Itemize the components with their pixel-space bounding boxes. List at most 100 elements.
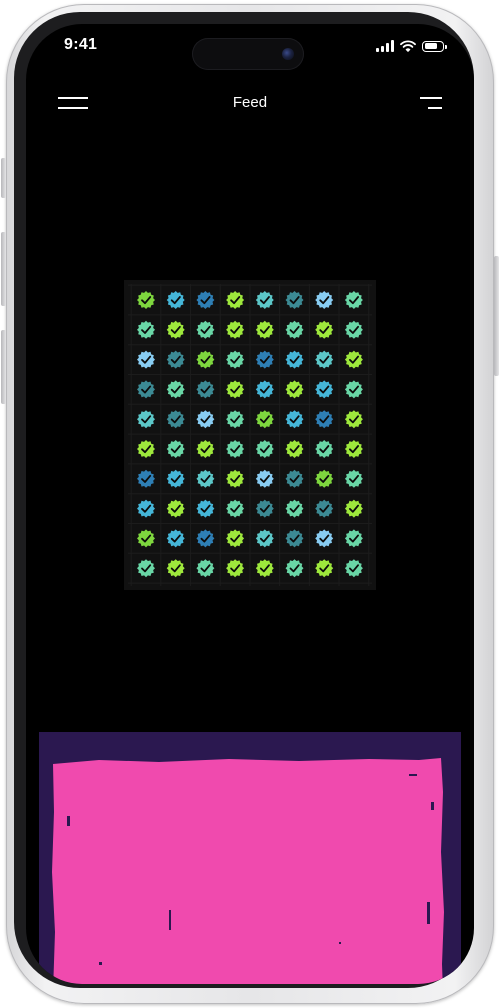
- check-badge-icon: [166, 499, 185, 518]
- paint-speck: [427, 902, 430, 924]
- check-badge-icon: [344, 380, 363, 399]
- check-badge-icon: [226, 380, 245, 399]
- check-badge-icon: [285, 499, 304, 518]
- check-badge-icon: [166, 291, 185, 309]
- paint-speck: [169, 910, 171, 930]
- check-badge-icon: [196, 499, 215, 518]
- battery-fill: [424, 43, 438, 49]
- check-badge-icon: [315, 291, 334, 309]
- check-badge-icon: [166, 440, 185, 458]
- check-badge-icon: [315, 529, 334, 548]
- check-badge-icon: [285, 350, 304, 369]
- check-badge-icon: [196, 320, 215, 339]
- check-badge-icon: [226, 291, 245, 309]
- check-badge-icon: [226, 469, 245, 488]
- paint-speck: [99, 962, 102, 965]
- check-badge-icon: [137, 380, 155, 399]
- check-badge-icon: [166, 320, 185, 339]
- check-badge-icon: [285, 380, 304, 399]
- camera-icon: [282, 48, 294, 60]
- dynamic-island: [192, 38, 304, 70]
- check-badge-icon: [315, 410, 334, 429]
- battery-icon: [422, 40, 447, 52]
- check-badge-icon: [255, 320, 274, 339]
- check-badge-icon: [226, 350, 245, 369]
- check-badge-icon: [255, 380, 274, 399]
- check-badge-icon: [255, 410, 274, 429]
- check-badge-icon: [344, 291, 363, 309]
- check-badge-icon: [137, 499, 155, 518]
- check-badge-icon: [255, 469, 274, 488]
- check-badge-icon: [285, 320, 304, 339]
- check-badge-icon: [285, 469, 304, 488]
- paint-speck: [431, 802, 434, 810]
- check-badge-icon: [226, 410, 245, 429]
- check-badge-icon: [255, 559, 274, 578]
- check-badge-icon: [255, 440, 274, 458]
- check-badge-icon: [344, 499, 363, 518]
- check-badge-icon: [166, 469, 185, 488]
- check-badge-icon: [285, 440, 304, 458]
- check-badge-icon: [255, 291, 274, 309]
- check-badge-icon: [196, 559, 215, 578]
- volume-up-button: [1, 232, 6, 306]
- check-badge-icon: [315, 320, 334, 339]
- check-badge-icon: [166, 380, 185, 399]
- check-badge-icon: [315, 350, 334, 369]
- check-badge-icon: [166, 529, 185, 548]
- nav-header: Feed: [26, 84, 474, 124]
- status-bar: 9:41: [26, 24, 474, 72]
- check-badge-icon: [344, 559, 363, 578]
- check-badge-icon: [137, 529, 155, 548]
- check-badge-icon: [226, 499, 245, 518]
- check-badge-icon: [226, 320, 245, 339]
- pink-painting-canvas: [52, 758, 444, 984]
- action-button: [1, 158, 6, 198]
- check-badge-icon: [344, 469, 363, 488]
- check-badge-icon: [166, 559, 185, 578]
- check-badge-icon: [344, 410, 363, 429]
- check-badge-icon: [196, 440, 215, 458]
- check-badge-icon: [255, 499, 274, 518]
- checks-grid-canvas: [128, 284, 372, 586]
- check-badge-icon: [137, 440, 155, 458]
- battery-cap: [445, 44, 447, 49]
- check-badge-icon: [137, 350, 155, 369]
- check-badge-icon: [344, 320, 363, 339]
- status-icons: [376, 38, 447, 54]
- check-badge-icon: [315, 440, 334, 458]
- check-badge-icon: [166, 410, 185, 429]
- volume-down-button: [1, 330, 6, 404]
- screen: 9:41 Feed: [26, 24, 474, 984]
- check-badge-icon: [137, 559, 155, 578]
- check-badge-icon: [196, 291, 215, 309]
- artwork-checks-grid[interactable]: [124, 280, 376, 590]
- check-badge-icon: [315, 469, 334, 488]
- check-badge-icon: [137, 410, 155, 429]
- check-badge-icon: [196, 410, 215, 429]
- check-badge-icon: [196, 350, 215, 369]
- check-badge-icon: [137, 291, 155, 309]
- check-badge-icon: [285, 529, 304, 548]
- paint-speck: [339, 942, 341, 944]
- check-badge-icon: [344, 529, 363, 548]
- check-badge-icon: [226, 529, 245, 548]
- page-title: Feed: [232, 94, 268, 111]
- power-button: [494, 256, 499, 376]
- check-badge-icon: [137, 320, 155, 339]
- check-badge-icon: [344, 440, 363, 458]
- artwork-pink-painting[interactable]: [39, 732, 461, 984]
- check-badge-icon: [137, 469, 155, 488]
- check-badge-icon: [196, 469, 215, 488]
- check-badge-icon: [196, 380, 215, 399]
- filter-icon[interactable]: [418, 94, 442, 114]
- check-badge-icon: [285, 410, 304, 429]
- check-badge-icon: [315, 559, 334, 578]
- check-badge-icon: [166, 350, 185, 369]
- check-badge-icon: [344, 350, 363, 369]
- paint-speck: [67, 816, 70, 826]
- check-badge-icon: [315, 380, 334, 399]
- check-badge-icon: [196, 529, 215, 548]
- wifi-icon: [400, 40, 416, 52]
- check-badge-icon: [255, 350, 274, 369]
